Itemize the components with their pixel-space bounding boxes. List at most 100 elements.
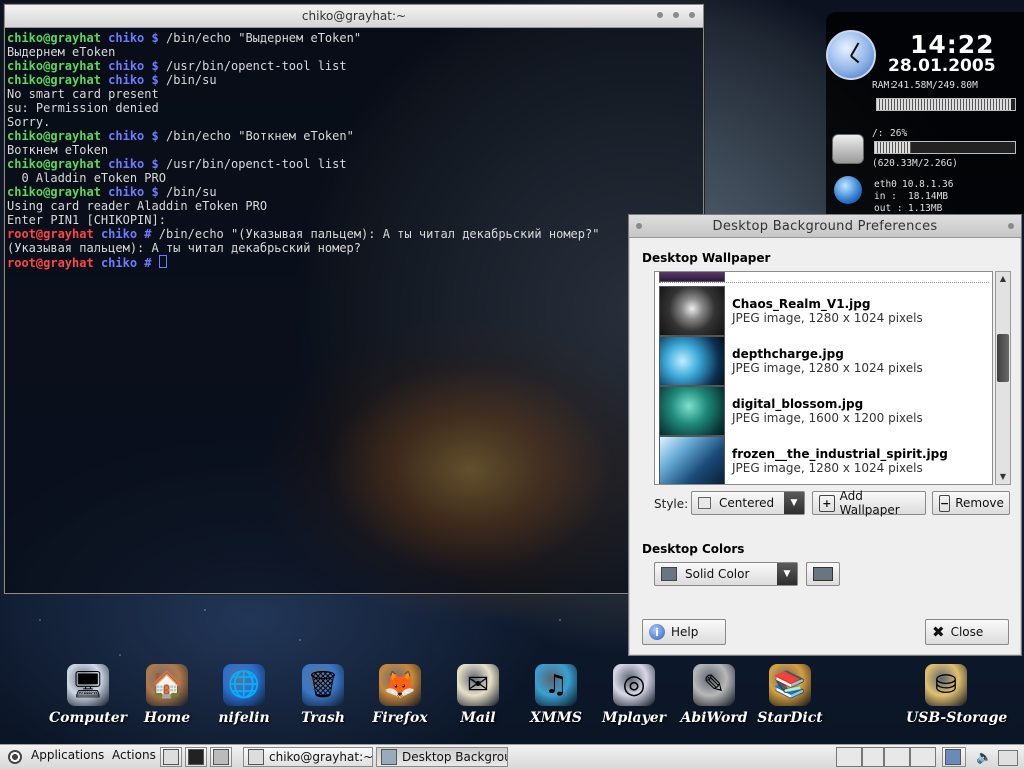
workspace-1[interactable] [836, 747, 862, 767]
wallpaper-thumb-partial [659, 272, 725, 282]
minimize-button[interactable] [657, 12, 663, 18]
wallpaper-item[interactable]: Chaos_Realm_V1.jpg JPEG image, 1280 x 10… [659, 286, 989, 336]
prompt-symbol: # [144, 227, 152, 241]
style-label: Style: [654, 497, 689, 511]
scrollbar-thumb[interactable] [997, 334, 1009, 382]
disk-bar [874, 141, 1016, 154]
applications-menu[interactable]: Applications [31, 748, 104, 762]
trash-icon: 🗑 [302, 664, 344, 706]
wallpaper-meta: JPEG image, 1280 x 1024 pixels [732, 361, 923, 375]
terminal-launcher[interactable] [185, 747, 207, 767]
wallpaper-name: frozen__the_industrial_spirit.jpg [732, 447, 948, 461]
wallpaper-scrollbar[interactable]: ▲ ▼ [995, 271, 1011, 485]
abiword-icon: ✎ [693, 664, 735, 706]
launcher-label: XMMS [530, 710, 582, 726]
mplayer-icon: ◎ [613, 664, 655, 706]
tray-applet-icon[interactable] [998, 750, 1018, 766]
prompt-path: chiko [108, 129, 145, 143]
clock-date: 28.01.2005 [888, 56, 996, 76]
command-text: /bin/echo "Воткнем eToken" [158, 129, 354, 143]
background-preferences-dialog[interactable]: Desktop Background Preferences Desktop W… [628, 214, 1022, 656]
launcher-firefox[interactable]: 🦊 Firefox [360, 660, 440, 726]
actions-menu[interactable]: Actions [112, 748, 156, 762]
wallpaper-thumbnail [659, 286, 725, 336]
wallpaper-meta: JPEG image, 1280 x 1024 pixels [732, 461, 923, 475]
volume-icon[interactable]: 🔈 [976, 750, 992, 765]
key-launcher[interactable] [210, 747, 232, 767]
chevron-down-icon: ▼ [777, 563, 797, 585]
help-button[interactable]: i Help [642, 619, 726, 645]
wallpaper-list[interactable]: Chaos_Realm_V1.jpg JPEG image, 1280 x 10… [654, 271, 993, 485]
launcher-trash[interactable]: 🗑 Trash [283, 660, 363, 726]
remove-button[interactable]: − Remove [932, 491, 1010, 515]
taskbar-terminal-label: chiko@grayhat:~ [269, 750, 373, 764]
workspace-2[interactable] [862, 747, 884, 767]
scroll-down-icon[interactable]: ▼ [996, 470, 1010, 484]
home-icon: 🏠 [146, 664, 188, 706]
workspace-3[interactable] [884, 747, 910, 767]
terminal-output-line: No smart card present [7, 87, 159, 101]
terminal-output-line: Выдернем eToken [7, 45, 116, 59]
color-swatch-icon [661, 567, 677, 581]
launcher-label: Trash [301, 710, 345, 726]
net-out-label: out : [874, 203, 903, 214]
launcher-label: Home [143, 710, 191, 726]
search-tool-launcher[interactable] [160, 747, 182, 767]
wallpaper-item[interactable]: digital_blossom.jpg JPEG image, 1600 x 1… [659, 386, 989, 436]
wallpaper-item[interactable]: depthcharge.jpg JPEG image, 1280 x 1024 … [659, 336, 989, 386]
maximize-button[interactable] [673, 12, 679, 18]
prompt-user: chiko@grayhat [7, 129, 101, 143]
command-text [152, 256, 159, 270]
launcher-computer[interactable]: 🖥 Computer [48, 660, 128, 726]
launcher-mail[interactable]: ✉ Mail [438, 660, 518, 726]
close-button[interactable] [689, 12, 695, 18]
prompt-symbol: $ [151, 73, 159, 87]
prompt-path: chiko [108, 73, 145, 87]
stardict-icon: 📚 [769, 664, 811, 706]
dialog-titlebar[interactable]: Desktop Background Preferences [629, 215, 1021, 238]
launcher-stardict[interactable]: 📚 StarDict [750, 660, 830, 726]
color-picker-button[interactable] [806, 562, 840, 586]
launcher-nifelin[interactable]: 🌐 nifelin [204, 660, 284, 726]
close-button[interactable]: ✖ Close [925, 619, 1009, 645]
taskbar-terminal[interactable]: chiko@grayhat:~ [243, 747, 373, 767]
launcher-label: Firefox [372, 710, 428, 726]
network-icon: 🌐 [223, 664, 265, 706]
launcher-mplayer[interactable]: ◎ Mplayer [594, 660, 674, 726]
terminal-line: chiko@grayhat chiko $ /usr/bin/openct-to… [7, 157, 701, 171]
wallpaper-item[interactable]: frozen__the_industrial_spirit.jpg JPEG i… [659, 436, 989, 484]
dialog-close-dot[interactable] [1008, 223, 1014, 229]
launcher-label: Mail [460, 710, 496, 726]
color-mode-combo[interactable]: Solid Color ▼ [654, 562, 798, 586]
terminal-output[interactable]: chiko@grayhat chiko $ /bin/echo "Выдерне… [5, 28, 703, 593]
taskbar-dialog-label: Desktop Backgroun [402, 750, 508, 764]
add-wallpaper-button[interactable]: + Add Wallpaper [812, 489, 926, 517]
net-out-value: 1.13MB [908, 203, 943, 214]
prompt-symbol: $ [151, 185, 159, 199]
network-icon [834, 176, 862, 204]
launcher-label: StarDict [757, 710, 823, 726]
launcher-label: nifelin [218, 710, 270, 726]
launcher-xmms[interactable]: ♫ XMMS [516, 660, 596, 726]
launcher-abiword[interactable]: ✎ AbiWord [674, 660, 754, 726]
terminal-line: chiko@grayhat chiko $ /usr/bin/openct-to… [7, 59, 701, 73]
firefox-icon: 🦊 [379, 664, 421, 706]
style-combo[interactable]: Centered ▼ [691, 491, 805, 515]
terminal-window[interactable]: chiko@grayhat:~ chiko@grayhat chiko $ /b… [4, 4, 704, 594]
terminal-titlebar[interactable]: chiko@grayhat:~ [5, 5, 703, 28]
terminal-output-line: su: Permission denied [7, 101, 159, 115]
launcher-usb-storage[interactable]: ⛁ USB-Storage [906, 660, 1007, 726]
show-desktop-button[interactable] [942, 747, 966, 767]
taskbar-dialog[interactable]: Desktop Backgroun [376, 747, 508, 767]
launcher-home[interactable]: 🏠 Home [127, 660, 207, 726]
terminal-output-line: Воткнем eToken [7, 143, 109, 157]
search-icon [163, 749, 179, 765]
terminal-line: chiko@grayhat chiko $ /bin/echo "Воткнем… [7, 129, 701, 143]
gnome-foot-icon[interactable] [8, 750, 22, 764]
workspace-4[interactable] [910, 747, 936, 767]
disk-icon [832, 134, 864, 164]
prompt-path: chiko [100, 227, 138, 241]
terminal-icon [248, 749, 264, 765]
scroll-up-icon[interactable]: ▲ [996, 272, 1010, 286]
plus-icon: + [819, 494, 835, 512]
